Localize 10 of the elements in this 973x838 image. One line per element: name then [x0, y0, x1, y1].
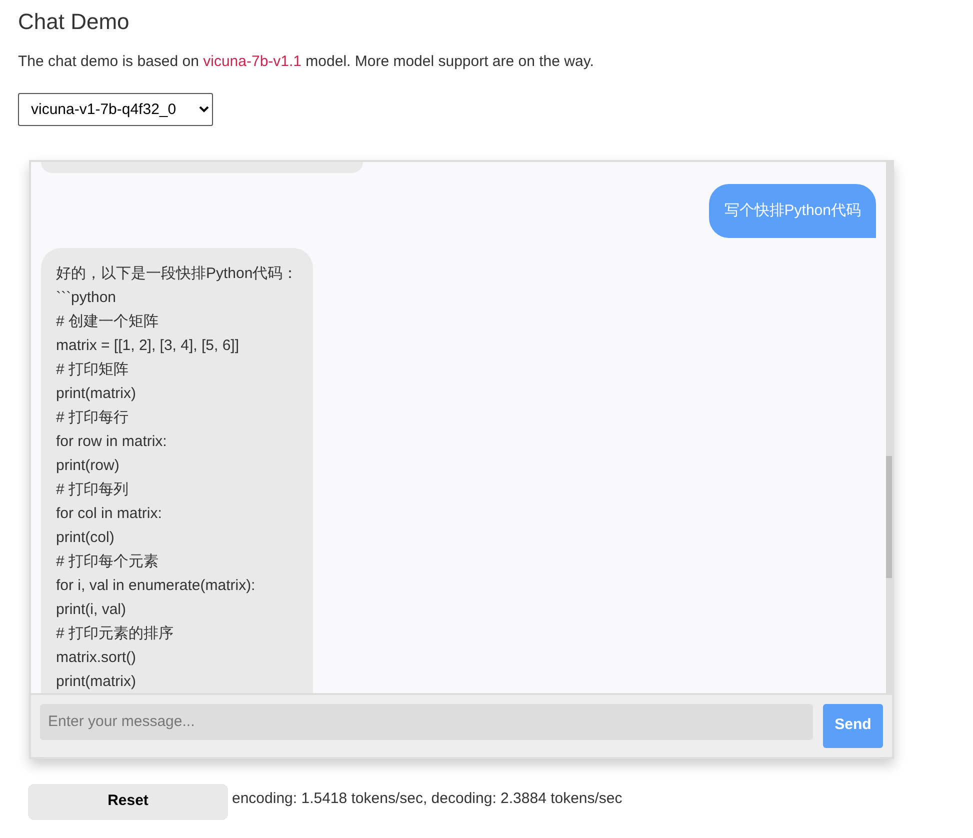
scrollbar[interactable] [886, 162, 892, 692]
speed-stats: encoding: 1.5418 tokens/sec, decoding: 2.3884 tokens/sec [232, 789, 622, 810]
intro-text: The chat demo is based on vicuna-7b-v1.1 model. More model support are on the way. [18, 52, 595, 72]
user-message: 写个快排Python代码 [709, 184, 876, 238]
message-input[interactable]: Enter your message... [40, 704, 813, 740]
scrollbar-thumb[interactable] [886, 456, 892, 578]
page-title: Chat Demo [18, 8, 130, 36]
bot-message: 好的，以下是一段快排Python代码： ```python # 创建一个矩阵 matrix = [[1, 2], [3, 4], [5, 6]] # 打印矩阵 print(matrix) # 打印每行 for row in matrix: print(row) # 打印每列 for col in matrix: print(col) # 打印每个元素 for i, val in enumerate(matrix): print(i, val) # 打印元素的排序 matrix.sort() print(matrix) [41, 248, 313, 692]
reset-button[interactable]: Reset [28, 784, 228, 820]
model-select[interactable]: vicuna-v1-7b-q4f32_0 [18, 92, 213, 126]
